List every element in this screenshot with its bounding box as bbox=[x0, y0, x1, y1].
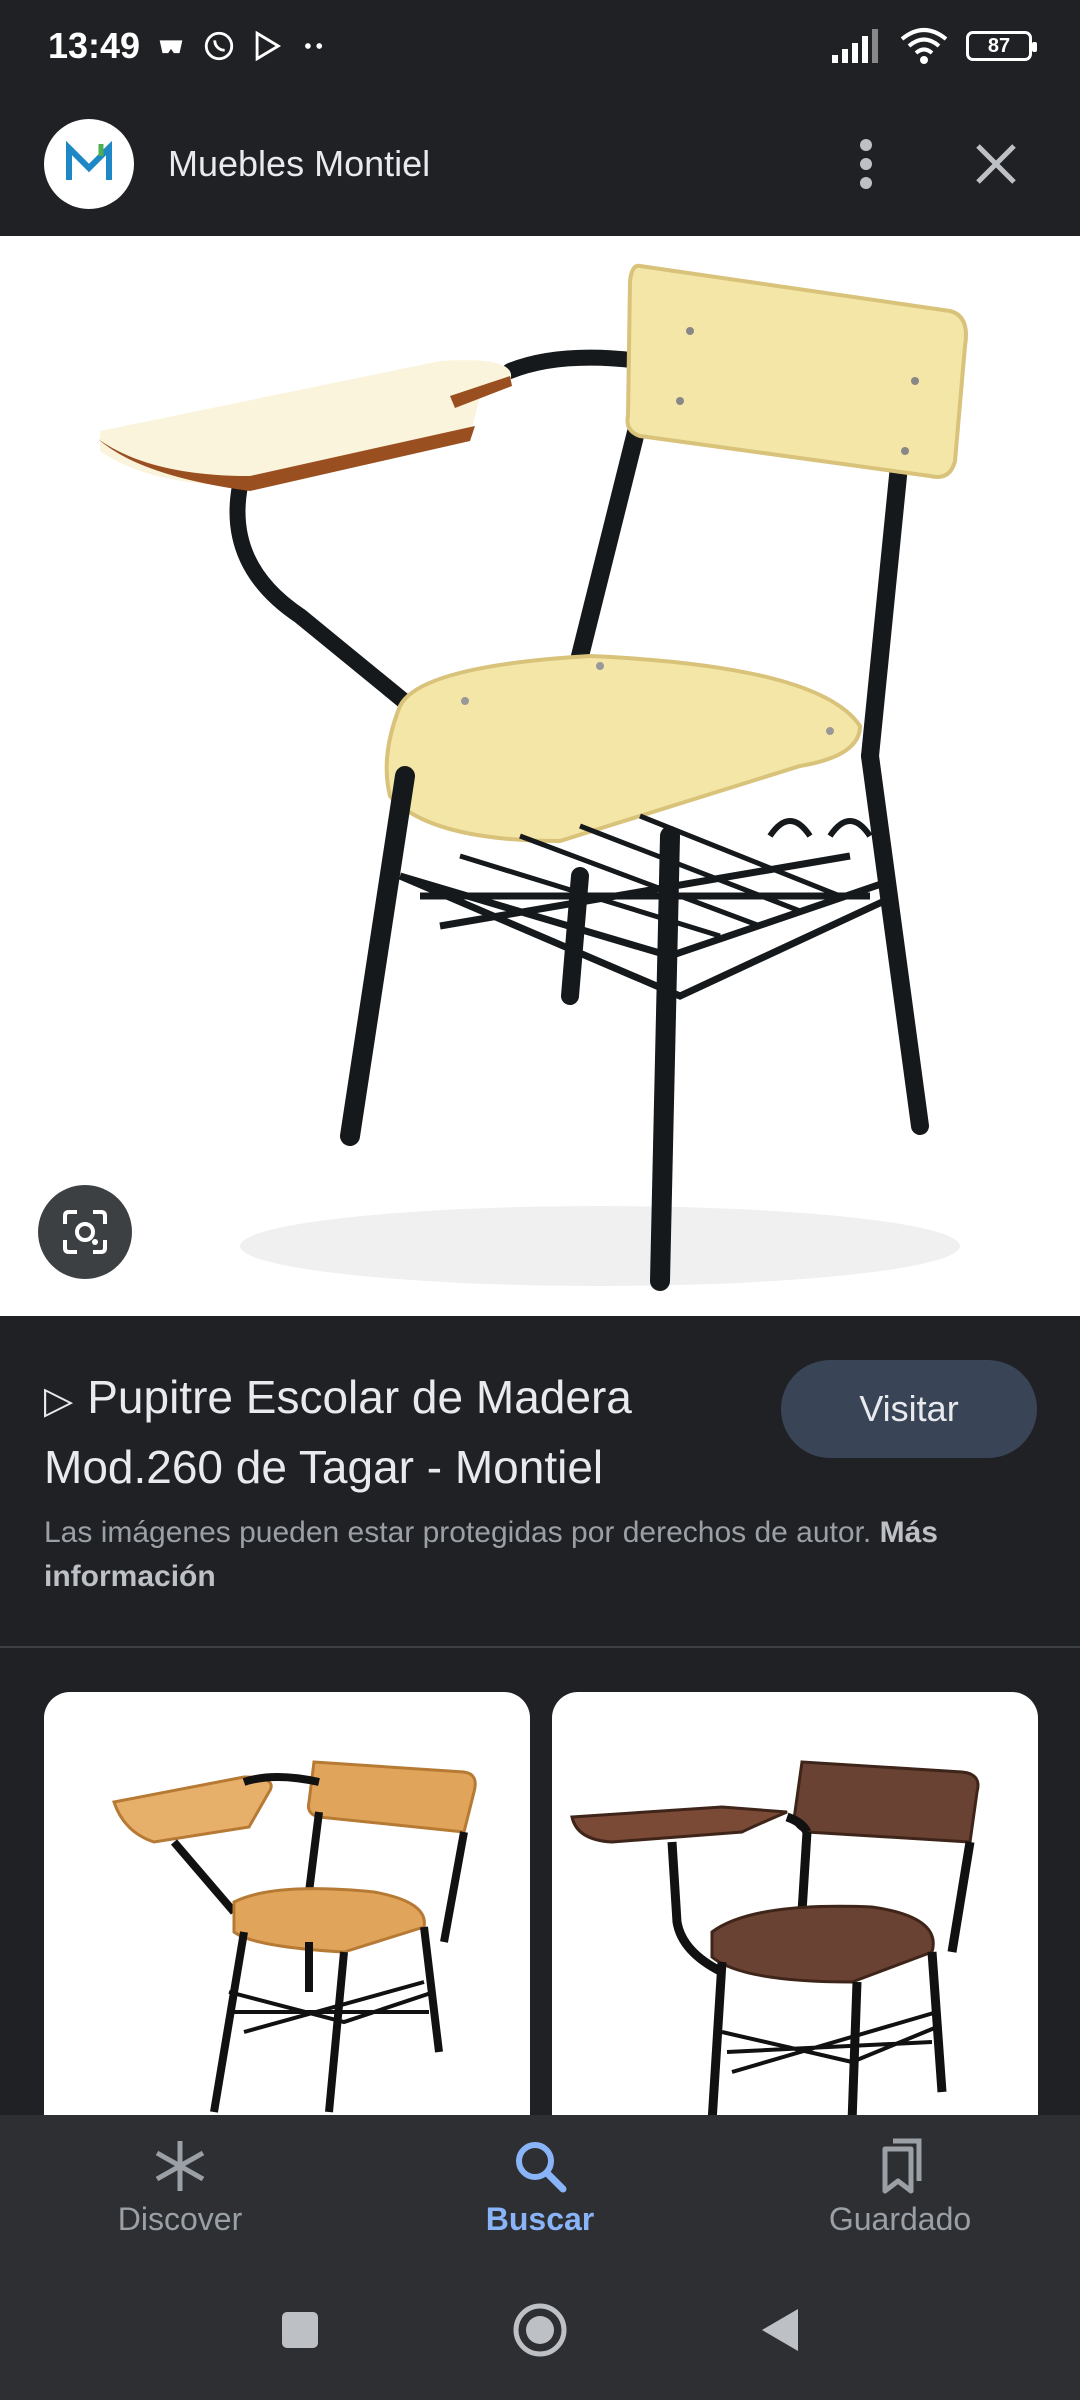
copyright-notice: Las imágenes pueden estar protegidas por… bbox=[44, 1511, 1044, 1599]
nav-discover[interactable]: Discover bbox=[0, 2115, 360, 2260]
nav-guardado[interactable]: Guardado bbox=[720, 2115, 1080, 2260]
saved-bookmarks-icon bbox=[882, 2138, 922, 2194]
recents-icon[interactable] bbox=[265, 2295, 335, 2365]
wooden-desk-chair-light-image[interactable] bbox=[44, 1692, 530, 2122]
nav-discover-label: Discover bbox=[117, 2201, 243, 2237]
page-title[interactable]: ▷ Pupitre Escolar de Madera Mod.260 de Ta… bbox=[44, 1364, 744, 1500]
bottom-nav: Discover Buscar Guardado bbox=[0, 2115, 1080, 2260]
more-vert-icon[interactable] bbox=[826, 124, 906, 204]
montiel-logo-icon[interactable] bbox=[44, 119, 134, 209]
more-notifications-icon bbox=[305, 43, 323, 49]
system-nav-bar bbox=[0, 2260, 1080, 2400]
visit-button[interactable]: Visitar bbox=[781, 1360, 1037, 1458]
game-notification-icon bbox=[159, 40, 183, 54]
nav-buscar-label: Buscar bbox=[485, 2201, 595, 2237]
battery-indicator: 87 bbox=[966, 31, 1037, 61]
site-name[interactable]: Muebles Montiel bbox=[168, 143, 826, 185]
school-desk-chair-cream-image[interactable] bbox=[0, 236, 1080, 1316]
home-icon[interactable] bbox=[505, 2295, 575, 2365]
whatsapp-icon bbox=[204, 31, 234, 61]
nav-buscar[interactable]: Buscar bbox=[360, 2115, 720, 2260]
play-icon: ▷ bbox=[44, 1380, 74, 1422]
result-info: ▷ Pupitre Escolar de Madera Mod.260 de Ta… bbox=[0, 1316, 1080, 1646]
signal-icon bbox=[832, 29, 878, 63]
close-icon[interactable] bbox=[956, 124, 1036, 204]
header: Muebles Montiel bbox=[0, 92, 1080, 236]
nav-guardado-label: Guardado bbox=[828, 2201, 972, 2237]
wifi-icon bbox=[900, 28, 948, 64]
google-lens-icon[interactable] bbox=[38, 1185, 132, 1279]
status-bar: 13:49 87 bbox=[0, 0, 1080, 92]
related-chair-1-illustration bbox=[112, 1760, 477, 2113]
status-time: 13:49 bbox=[48, 25, 141, 66]
chair-illustration bbox=[98, 263, 968, 1291]
divider bbox=[0, 1646, 1080, 1648]
status-left: 13:49 bbox=[48, 25, 332, 67]
back-icon[interactable] bbox=[745, 2295, 815, 2365]
copyright-text: Las imágenes pueden estar protegidas por… bbox=[44, 1516, 872, 1549]
wooden-desk-chair-dark-image[interactable] bbox=[552, 1692, 1038, 2122]
discover-asterisk-icon bbox=[155, 2141, 205, 2191]
status-right: 87 bbox=[832, 27, 1037, 65]
search-icon bbox=[516, 2142, 567, 2193]
play-store-icon bbox=[255, 30, 282, 62]
montiel-logo-mark bbox=[66, 140, 112, 180]
related-chair-2-illustration bbox=[570, 1760, 980, 2122]
title-text: Pupitre Escolar de Madera Mod.260 de Tag… bbox=[44, 1371, 632, 1493]
